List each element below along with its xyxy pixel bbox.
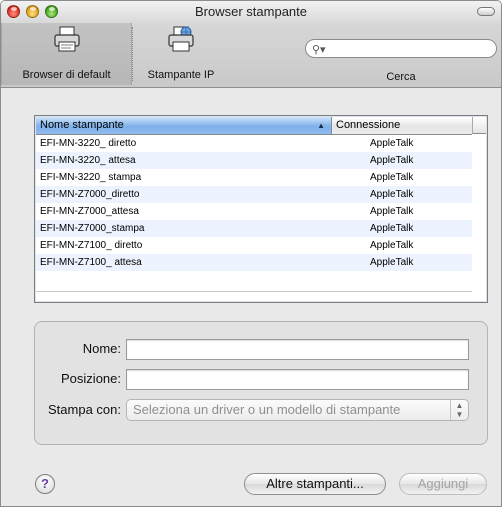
printer-name-cell: EFI-MN-Z7100_ attesa <box>40 257 142 268</box>
add-button[interactable]: Aggiungi <box>399 473 487 495</box>
connection-cell: AppleTalk <box>370 223 414 234</box>
search-input[interactable]: ⚲▾ <box>305 39 497 58</box>
table-row[interactable]: EFI-MN-3220_ diretto AppleTalk <box>36 135 472 152</box>
table-row[interactable]: EFI-MN-3220_ attesa AppleTalk <box>36 152 472 169</box>
toolbar-toggle-button[interactable] <box>477 7 495 16</box>
search-icon: ⚲▾ <box>312 44 326 56</box>
printer-name-cell: EFI-MN-Z7100_ diretto <box>40 240 143 251</box>
column-header-printer-name[interactable]: Nome stampante ▲ <box>36 117 332 134</box>
sort-ascending-icon: ▲ <box>317 121 325 130</box>
updown-arrows-icon: ▲ ▼ <box>450 400 468 420</box>
list-bottom-divider <box>36 291 472 292</box>
list-scrollbar[interactable] <box>472 117 486 134</box>
print-with-select[interactable]: Seleziona un driver o un modello di stam… <box>126 399 469 421</box>
ip-printer-button[interactable]: Stampante IP <box>133 23 229 85</box>
printer-browser-window: Browser stampante Browser di default Sta… <box>0 0 502 507</box>
toolbar: Browser stampante Browser di default Sta… <box>1 1 501 88</box>
print-with-label: Stampa con: <box>48 402 121 417</box>
printer-rows: EFI-MN-3220_ diretto AppleTalk EFI-MN-322… <box>36 135 472 271</box>
more-printers-button[interactable]: Altre stampanti... <box>244 473 386 495</box>
printer-name-cell: EFI-MN-Z7000_diretto <box>40 189 140 200</box>
table-row[interactable]: EFI-MN-Z7000_attesa AppleTalk <box>36 203 472 220</box>
name-label: Nome: <box>82 341 121 356</box>
window-title: Browser stampante <box>195 4 307 19</box>
location-label: Posizione: <box>61 371 121 386</box>
printer-name-cell: EFI-MN-3220_ stampa <box>40 172 142 183</box>
connection-cell: AppleTalk <box>370 172 414 183</box>
printer-name-cell: EFI-MN-Z7000_stampa <box>40 223 145 234</box>
connection-cell: AppleTalk <box>370 240 414 251</box>
table-row[interactable]: EFI-MN-3220_ stampa AppleTalk <box>36 169 472 186</box>
table-row[interactable]: EFI-MN-Z7100_ attesa AppleTalk <box>36 254 472 271</box>
default-browser-button[interactable]: Browser di default <box>1 23 132 85</box>
connection-cell: AppleTalk <box>370 189 414 200</box>
table-row[interactable]: EFI-MN-Z7100_ diretto AppleTalk <box>36 237 472 254</box>
print-with-value: Seleziona un driver o un modello di stam… <box>133 402 401 417</box>
printer-name-cell: EFI-MN-3220_ attesa <box>40 155 136 166</box>
network-printer-icon <box>168 26 194 52</box>
table-row[interactable]: EFI-MN-Z7000_diretto AppleTalk <box>36 186 472 203</box>
connection-cell: AppleTalk <box>370 206 414 217</box>
printer-icon <box>53 26 80 52</box>
search-label: Cerca <box>386 71 416 83</box>
printer-name-cell: EFI-MN-Z7000_attesa <box>40 206 139 217</box>
table-row[interactable]: EFI-MN-Z7000_stampa AppleTalk <box>36 220 472 237</box>
printer-name-cell: EFI-MN-3220_ diretto <box>40 138 137 149</box>
ip-printer-label: Stampante IP <box>147 69 215 81</box>
printer-list: Nome stampante ▲ Connessione EFI-MN-3220… <box>34 115 488 303</box>
help-button[interactable]: ? <box>35 474 55 494</box>
name-field[interactable] <box>126 339 469 360</box>
location-field[interactable] <box>126 369 469 390</box>
connection-cell: AppleTalk <box>370 138 414 149</box>
list-header: Nome stampante ▲ Connessione <box>36 117 472 135</box>
column-header-connection[interactable]: Connessione <box>332 117 472 134</box>
column-name-label: Nome stampante <box>40 119 124 131</box>
connection-cell: AppleTalk <box>370 155 414 166</box>
connection-cell: AppleTalk <box>370 257 414 268</box>
default-browser-label: Browser di default <box>22 69 111 81</box>
